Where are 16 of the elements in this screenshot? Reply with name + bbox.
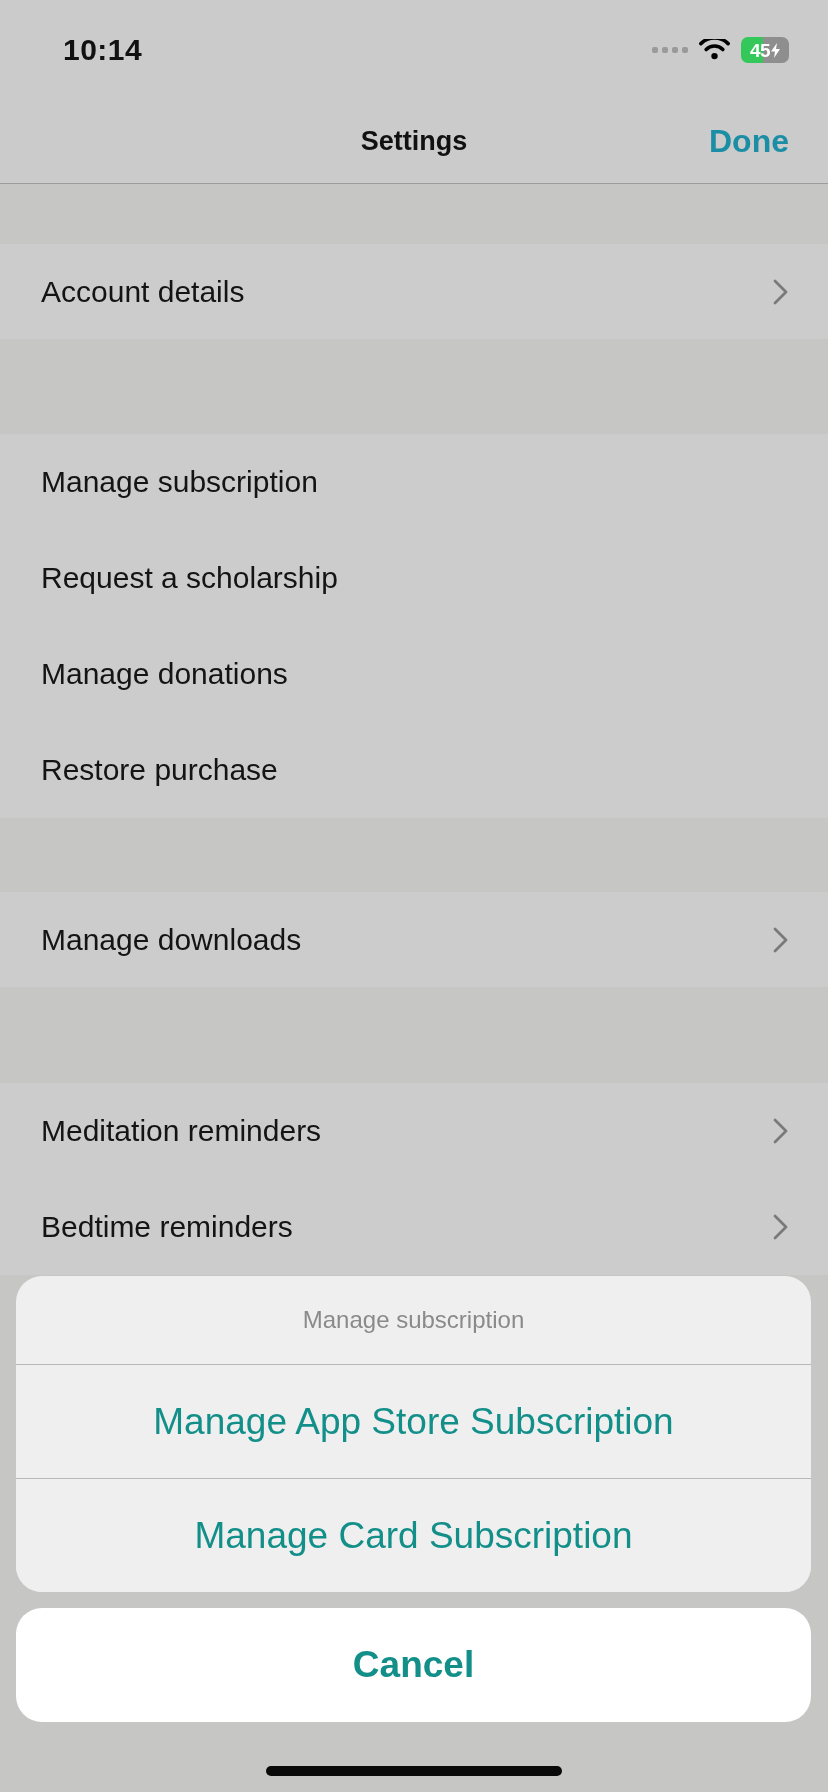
settings-row[interactable]: Meditation reminders: [0, 1083, 828, 1179]
settings-row[interactable]: Request a scholarship: [0, 530, 828, 626]
bolt-icon: [771, 42, 781, 58]
settings-row[interactable]: Manage donations: [0, 626, 828, 722]
settings-row[interactable]: Bedtime reminders: [0, 1179, 828, 1275]
sheet-title: Manage subscription: [301, 1305, 526, 1335]
settings-row[interactable]: Manage downloads: [0, 892, 828, 987]
cancel-button[interactable]: Cancel: [16, 1608, 811, 1722]
nav-title: Settings: [360, 126, 468, 157]
settings-row[interactable]: Restore purchase: [0, 722, 828, 818]
signal-icon: [652, 47, 688, 53]
settings-row[interactable]: Account details: [0, 244, 828, 339]
status-time: 10:14: [63, 33, 143, 67]
wifi-icon: [699, 38, 730, 62]
battery-percentage: 45: [749, 40, 771, 60]
settings-row[interactable]: Manage subscription: [0, 434, 828, 530]
